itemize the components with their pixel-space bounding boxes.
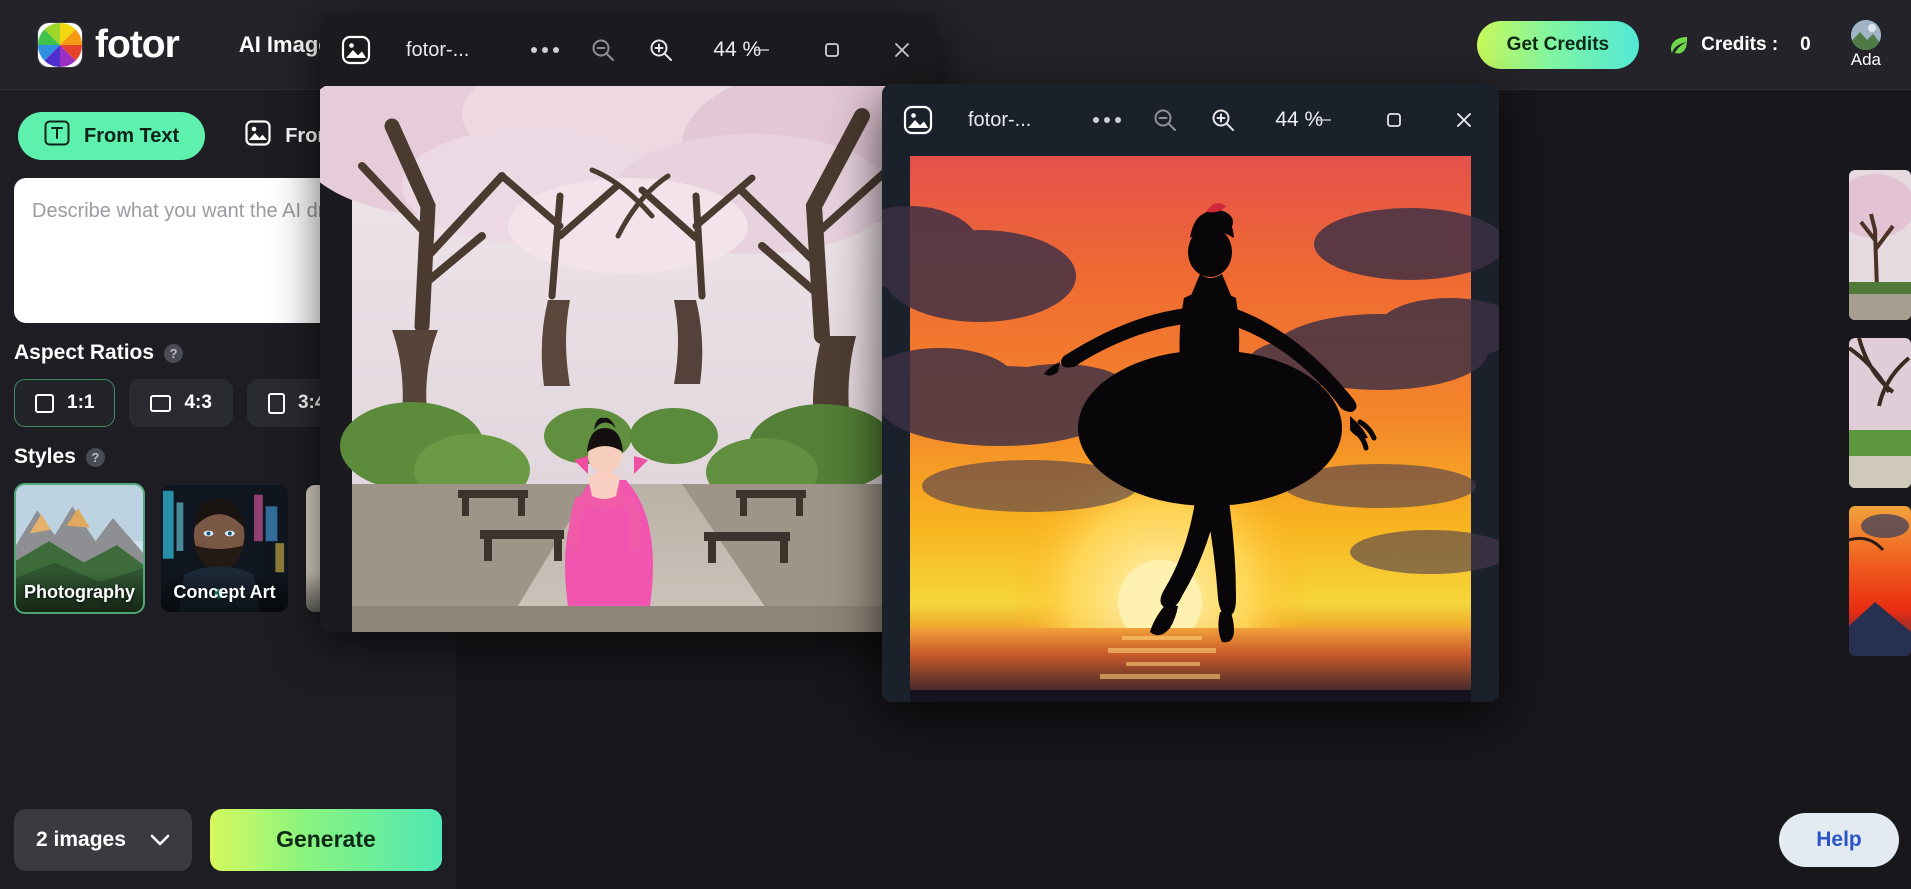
aspect-ratio-4-3-label: 4:3: [184, 392, 211, 414]
window-titlebar[interactable]: fotor-... 44 %: [882, 84, 1499, 156]
style-card-photography[interactable]: Photography: [14, 483, 145, 614]
photo-viewer-window-2[interactable]: fotor-... 44 %: [882, 84, 1499, 702]
photo-app-icon: [320, 14, 392, 86]
window-controls: [727, 14, 937, 86]
generate-bar: 2 images Generate: [0, 790, 456, 889]
question-mark-icon[interactable]: ?: [164, 344, 183, 363]
sunset-sky-thumb: [1849, 506, 1911, 656]
user-menu[interactable]: Ada: [1851, 20, 1881, 70]
zoom-out-icon[interactable]: [1141, 96, 1189, 144]
close-icon[interactable]: [1429, 84, 1499, 156]
leaf-icon: [1667, 33, 1691, 57]
thumbnail-item[interactable]: [1849, 170, 1911, 320]
aspect-ratio-1-1[interactable]: 1:1: [14, 379, 115, 427]
result-thumbnail-strip: [1843, 170, 1911, 656]
tab-from-text[interactable]: From Text: [18, 112, 205, 160]
styles-title: Styles: [14, 445, 76, 469]
image-woman-pink-gown-cherry-blossoms: [320, 86, 937, 632]
minimize-icon[interactable]: [727, 14, 797, 86]
header-right: Get Credits Credits : 0: [1477, 0, 1881, 90]
help-button[interactable]: Help: [1779, 813, 1899, 867]
brand-name: fotor: [95, 23, 179, 67]
window-controls: [1289, 84, 1499, 156]
close-icon[interactable]: [867, 14, 937, 86]
more-dots-icon[interactable]: [521, 26, 569, 74]
thumbnail-item[interactable]: [1849, 338, 1911, 488]
get-credits-button[interactable]: Get Credits: [1477, 21, 1639, 69]
rectangle-portrait-icon: [268, 393, 285, 414]
screen: fotor AI Image Generator Get Credits Cre…: [0, 0, 1911, 889]
window-titlebar[interactable]: fotor-... 44 %: [320, 14, 937, 86]
style-card-concept-art[interactable]: Concept Art: [159, 483, 290, 614]
generate-button[interactable]: Generate: [210, 809, 442, 871]
maximize-icon[interactable]: [1359, 84, 1429, 156]
more-dots-icon[interactable]: [1083, 96, 1131, 144]
fotor-logo-icon: [38, 23, 82, 67]
minimize-icon[interactable]: [1289, 84, 1359, 156]
question-mark-icon[interactable]: ?: [86, 448, 105, 467]
image-ballerina-sunset-silhouette: [882, 156, 1499, 702]
credits-display: Credits : 0: [1667, 33, 1811, 57]
cherry-blossom-branch-thumb: [1849, 338, 1911, 488]
user-name: Ada: [1851, 50, 1881, 70]
photo-viewer-window-1[interactable]: fotor-... 44 %: [320, 14, 937, 632]
square-icon: [35, 394, 54, 413]
window-image-canvas: [882, 156, 1499, 702]
thumbnail-item[interactable]: [1849, 506, 1911, 656]
window-image-canvas: [320, 86, 937, 632]
photo-app-icon: [882, 84, 954, 156]
style-label: Photography: [16, 572, 143, 612]
cherry-blossom-tree-thumb: [1849, 170, 1911, 320]
zoom-out-icon[interactable]: [579, 26, 627, 74]
style-label: Concept Art: [161, 572, 288, 612]
app-header: fotor AI Image Generator Get Credits Cre…: [0, 0, 1911, 90]
chevron-down-icon: [150, 828, 170, 852]
text-box-icon: [44, 120, 70, 152]
image-count-select[interactable]: 2 images: [14, 809, 192, 871]
credits-value: 0: [1800, 34, 1811, 56]
rectangle-landscape-icon: [150, 395, 171, 412]
window-title: fotor-...: [968, 109, 1031, 132]
brand-logo[interactable]: fotor: [38, 23, 179, 67]
window-toolbar: 44 %: [521, 26, 761, 74]
logo-pie-svg: [38, 23, 82, 67]
maximize-icon[interactable]: [797, 14, 867, 86]
image-count-label: 2 images: [36, 828, 126, 852]
credits-label: Credits :: [1701, 34, 1778, 56]
image-icon: [245, 120, 271, 152]
aspect-ratio-title: Aspect Ratios: [14, 341, 154, 365]
aspect-ratio-4-3[interactable]: 4:3: [129, 379, 232, 427]
avatar: [1851, 20, 1881, 50]
window-toolbar: 44 %: [1083, 96, 1323, 144]
zoom-in-icon[interactable]: [1199, 96, 1247, 144]
window-title: fotor-...: [406, 39, 469, 62]
aspect-ratio-1-1-label: 1:1: [67, 392, 94, 414]
zoom-in-icon[interactable]: [637, 26, 685, 74]
tab-from-text-label: From Text: [84, 125, 179, 148]
